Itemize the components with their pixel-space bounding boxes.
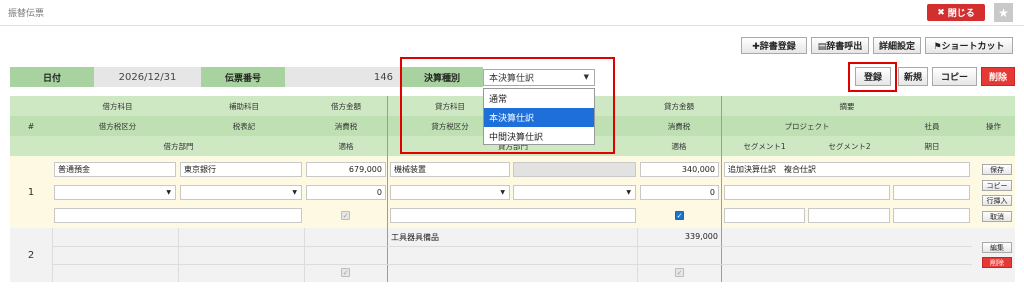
debit-proper-checkbox[interactable]: ✓ xyxy=(341,211,350,220)
credit-tax-input[interactable]: 0 xyxy=(640,185,719,200)
debit-tax-input[interactable]: 0 xyxy=(306,185,386,200)
credit-amount-text: 339,000 xyxy=(684,232,718,241)
row-cancel-button[interactable]: 取消 xyxy=(982,211,1012,222)
due-date-input[interactable] xyxy=(893,208,970,223)
chevron-down-icon: ▼ xyxy=(626,189,631,196)
col-consumption-tax-credit: 消費税 xyxy=(667,121,691,131)
credit-tax-class-select[interactable]: ▼ xyxy=(390,185,510,200)
col-due-date: 期日 xyxy=(924,141,940,151)
debit-account-input[interactable]: 普通預金 xyxy=(54,162,176,177)
col-proper: 適格 xyxy=(338,141,354,151)
debit-dept-input[interactable] xyxy=(54,208,302,223)
detail-settings-button[interactable]: 詳細設定 xyxy=(873,37,921,54)
close-icon: ✖ xyxy=(937,7,945,18)
credit-proper-checkbox[interactable]: ✓ xyxy=(675,211,684,220)
tax-note-select[interactable]: ▼ xyxy=(180,185,302,200)
debit-amount-input[interactable]: 679,000 xyxy=(306,162,386,177)
credit-tax-note-select[interactable]: ▼ xyxy=(513,185,636,200)
row-delete-button[interactable]: 削除 xyxy=(982,257,1012,268)
project-input[interactable] xyxy=(724,185,890,200)
chevron-down-icon: ▼ xyxy=(166,189,171,196)
col-consumption-tax: 消費税 xyxy=(334,121,358,131)
date-field[interactable]: 2026/12/31 xyxy=(94,67,201,87)
col-project: プロジェクト xyxy=(784,121,830,131)
dictionary-register-button[interactable]: ✚辞書登録 xyxy=(741,37,807,54)
segment1-input[interactable] xyxy=(724,208,805,223)
col-credit-amount: 貸方金額 xyxy=(664,101,694,111)
row-number: 1 xyxy=(27,186,35,198)
description-input[interactable]: 追加決算仕訳 複合仕訳 xyxy=(724,162,970,177)
col-proper-credit: 適格 xyxy=(671,141,687,151)
sub-account-input[interactable]: 東京銀行 xyxy=(180,162,302,177)
col-debit-tax-class: 借方税区分 xyxy=(98,121,137,131)
col-description: 摘要 xyxy=(839,101,855,111)
highlight-box xyxy=(400,57,615,154)
row-save-button[interactable]: 保存 xyxy=(982,164,1012,175)
employee-input[interactable] xyxy=(893,185,970,200)
slip-number-label: 伝票番号 xyxy=(201,67,285,87)
chevron-down-icon: ▼ xyxy=(500,189,505,196)
row-copy-button[interactable]: コピー xyxy=(982,180,1012,191)
slip-number-field: 146 xyxy=(285,67,401,87)
journal-row: 2 工具器具備品 339,000 ✓ ✓ xyxy=(10,228,1015,282)
col-operation: 操作 xyxy=(986,121,1001,131)
credit-account-text: 工具器具備品 xyxy=(391,233,439,242)
debit-tax-class-select[interactable]: ▼ xyxy=(54,185,176,200)
copy-button[interactable]: コピー xyxy=(932,67,977,86)
credit-account-input[interactable]: 機械装置 xyxy=(390,162,510,177)
segment2-input[interactable] xyxy=(808,208,890,223)
col-segment1: セグメント1 xyxy=(743,141,786,151)
favorite-star-button[interactable]: ★ xyxy=(994,3,1013,22)
credit-amount-input[interactable]: 340,000 xyxy=(640,162,719,177)
journal-row: 1 普通預金 東京銀行 679,000 機械装置 340,000 追加決算仕訳 … xyxy=(10,156,1015,228)
col-employee: 社員 xyxy=(924,121,940,131)
row-edit-button[interactable]: 編集 xyxy=(982,242,1012,253)
new-button[interactable]: 新規 xyxy=(898,67,928,86)
highlight-box xyxy=(848,62,897,92)
date-label: 日付 xyxy=(10,67,94,87)
dictionary-call-button[interactable]: ▤辞書呼出 xyxy=(811,37,869,54)
col-sub-account: 補助科目 xyxy=(229,101,259,111)
col-tax-note: 税表記 xyxy=(232,121,256,131)
chevron-down-icon: ▼ xyxy=(292,189,297,196)
shortcut-button[interactable]: ⚑ショートカット xyxy=(925,37,1013,54)
credit-proper-checkbox: ✓ xyxy=(675,268,684,277)
col-segment2: セグメント2 xyxy=(828,141,871,151)
col-debit-account: 借方科目 xyxy=(102,101,133,111)
debit-proper-checkbox: ✓ xyxy=(341,268,350,277)
close-button-label: 閉じる xyxy=(947,9,975,19)
close-button[interactable]: ✖ 閉じる xyxy=(927,4,985,21)
col-debit-dept: 借方部門 xyxy=(163,141,194,151)
header-divider xyxy=(0,25,1024,26)
col-debit-amount: 借方金額 xyxy=(331,101,361,111)
delete-button[interactable]: 削除 xyxy=(981,67,1015,86)
credit-dept-input[interactable] xyxy=(390,208,636,223)
row-number: 2 xyxy=(27,249,35,261)
credit-sub-account-input xyxy=(513,162,636,177)
page-title: 振替伝票 xyxy=(8,9,45,19)
star-icon: ★ xyxy=(998,5,1009,20)
row-insert-button[interactable]: 行挿入 xyxy=(982,195,1012,206)
col-row-number: # xyxy=(27,121,35,131)
